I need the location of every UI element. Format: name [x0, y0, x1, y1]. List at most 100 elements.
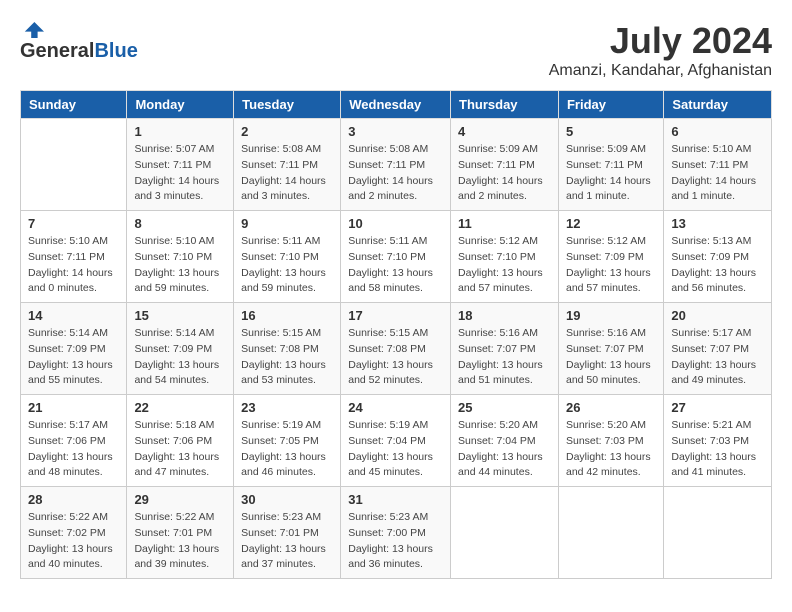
- calendar-cell: 18 Sunrise: 5:16 AMSunset: 7:07 PMDayligh…: [451, 303, 559, 395]
- calendar-week-row: 28 Sunrise: 5:22 AMSunset: 7:02 PMDayligh…: [21, 487, 772, 579]
- day-detail: Sunrise: 5:13 AMSunset: 7:09 PMDaylight:…: [671, 234, 764, 297]
- day-number: 11: [458, 216, 551, 231]
- day-detail: Sunrise: 5:22 AMSunset: 7:02 PMDaylight:…: [28, 510, 119, 573]
- calendar-cell: 19Sunrise: 5:16 AMSunset: 7:07 PMDayligh…: [558, 303, 663, 395]
- calendar-cell: 4Sunrise: 5:09 AMSunset: 7:11 PMDaylight…: [451, 119, 559, 211]
- calendar-cell: 27 Sunrise: 5:21 AMSunset: 7:03 PMDayligh…: [664, 395, 772, 487]
- calendar-cell: 22 Sunrise: 5:18 AMSunset: 7:06 PMDayligh…: [127, 395, 234, 487]
- day-detail: Sunrise: 5:15 AMSunset: 7:08 PMDaylight:…: [241, 326, 333, 389]
- day-detail: Sunrise: 5:15 AMSunset: 7:08 PMDaylight:…: [348, 326, 443, 389]
- calendar-cell: 2 Sunrise: 5:08 AMSunset: 7:11 PMDaylight…: [234, 119, 341, 211]
- calendar-cell: 23Sunrise: 5:19 AMSunset: 7:05 PMDayligh…: [234, 395, 341, 487]
- weekday-header-sunday: Sunday: [21, 91, 127, 119]
- day-number: 27: [671, 400, 764, 415]
- day-detail: Sunrise: 5:21 AMSunset: 7:03 PMDaylight:…: [671, 418, 764, 481]
- day-number: 25: [458, 400, 551, 415]
- day-number: 22: [134, 400, 226, 415]
- calendar-cell: 16 Sunrise: 5:15 AMSunset: 7:08 PMDayligh…: [234, 303, 341, 395]
- logo-general: General: [20, 40, 94, 63]
- day-number: 30: [241, 492, 333, 507]
- day-number: 7: [28, 216, 119, 231]
- day-detail: Sunrise: 5:23 AMSunset: 7:01 PMDaylight:…: [241, 510, 333, 573]
- day-number: 10: [348, 216, 443, 231]
- day-number: 1: [134, 124, 226, 139]
- day-number: 5: [566, 124, 656, 139]
- calendar-cell: 6 Sunrise: 5:10 AMSunset: 7:11 PMDaylight…: [664, 119, 772, 211]
- calendar-cell: [451, 487, 559, 579]
- day-detail: Sunrise: 5:12 AMSunset: 7:10 PMDaylight:…: [458, 234, 551, 297]
- calendar-cell: 1 Sunrise: 5:07 AMSunset: 7:11 PMDaylight…: [127, 119, 234, 211]
- calendar-week-row: 1 Sunrise: 5:07 AMSunset: 7:11 PMDaylight…: [21, 119, 772, 211]
- calendar-cell: 25 Sunrise: 5:20 AMSunset: 7:04 PMDayligh…: [451, 395, 559, 487]
- day-detail: Sunrise: 5:18 AMSunset: 7:06 PMDaylight:…: [134, 418, 226, 481]
- day-detail: Sunrise: 5:16 AMSunset: 7:07 PMDaylight:…: [566, 326, 656, 389]
- calendar-cell: 26Sunrise: 5:20 AMSunset: 7:03 PMDayligh…: [558, 395, 663, 487]
- header: General Blue July 2024 Amanzi, Kandahar,…: [20, 20, 772, 80]
- weekday-header-saturday: Saturday: [664, 91, 772, 119]
- day-number: 31: [348, 492, 443, 507]
- calendar-cell: [21, 119, 127, 211]
- location-subtitle: Amanzi, Kandahar, Afghanistan: [549, 62, 772, 80]
- calendar-cell: 17 Sunrise: 5:15 AMSunset: 7:08 PMDayligh…: [341, 303, 451, 395]
- day-detail: Sunrise: 5:14 AMSunset: 7:09 PMDaylight:…: [134, 326, 226, 389]
- day-detail: Sunrise: 5:19 AMSunset: 7:04 PMDaylight:…: [348, 418, 443, 481]
- calendar-cell: 31 Sunrise: 5:23 AMSunset: 7:00 PMDayligh…: [341, 487, 451, 579]
- day-detail: Sunrise: 5:08 AMSunset: 7:11 PMDaylight:…: [241, 142, 333, 205]
- day-number: 26: [566, 400, 656, 415]
- day-number: 18: [458, 308, 551, 323]
- calendar-cell: 15 Sunrise: 5:14 AMSunset: 7:09 PMDayligh…: [127, 303, 234, 395]
- day-number: 6: [671, 124, 764, 139]
- day-detail: Sunrise: 5:11 AMSunset: 7:10 PMDaylight:…: [241, 234, 333, 297]
- day-number: 16: [241, 308, 333, 323]
- calendar-cell: 21Sunrise: 5:17 AMSunset: 7:06 PMDayligh…: [21, 395, 127, 487]
- title-section: July 2024 Amanzi, Kandahar, Afghanistan: [549, 20, 772, 80]
- day-number: 28: [28, 492, 119, 507]
- day-detail: Sunrise: 5:11 AMSunset: 7:10 PMDaylight:…: [348, 234, 443, 297]
- month-year-title: July 2024: [549, 20, 772, 62]
- day-detail: Sunrise: 5:19 AMSunset: 7:05 PMDaylight:…: [241, 418, 333, 481]
- calendar-cell: 10 Sunrise: 5:11 AMSunset: 7:10 PMDayligh…: [341, 211, 451, 303]
- weekday-header-tuesday: Tuesday: [234, 91, 341, 119]
- day-number: 17: [348, 308, 443, 323]
- calendar-cell: 11 Sunrise: 5:12 AMSunset: 7:10 PMDayligh…: [451, 211, 559, 303]
- day-detail: Sunrise: 5:09 AMSunset: 7:11 PMDaylight:…: [566, 142, 656, 205]
- weekday-header-monday: Monday: [127, 91, 234, 119]
- day-number: 29: [134, 492, 226, 507]
- calendar-cell: 8Sunrise: 5:10 AMSunset: 7:10 PMDaylight…: [127, 211, 234, 303]
- weekday-header-row: SundayMondayTuesdayWednesdayThursdayFrid…: [21, 91, 772, 119]
- day-detail: Sunrise: 5:16 AMSunset: 7:07 PMDaylight:…: [458, 326, 551, 389]
- calendar-table: SundayMondayTuesdayWednesdayThursdayFrid…: [20, 90, 772, 579]
- day-number: 15: [134, 308, 226, 323]
- day-number: 2: [241, 124, 333, 139]
- day-detail: Sunrise: 5:07 AMSunset: 7:11 PMDaylight:…: [134, 142, 226, 205]
- calendar-cell: 30 Sunrise: 5:23 AMSunset: 7:01 PMDayligh…: [234, 487, 341, 579]
- logo-blue: Blue: [94, 40, 137, 63]
- day-detail: Sunrise: 5:23 AMSunset: 7:00 PMDaylight:…: [348, 510, 443, 573]
- weekday-header-friday: Friday: [558, 91, 663, 119]
- calendar-week-row: 14 Sunrise: 5:14 AMSunset: 7:09 PMDayligh…: [21, 303, 772, 395]
- calendar-week-row: 21Sunrise: 5:17 AMSunset: 7:06 PMDayligh…: [21, 395, 772, 487]
- day-number: 13: [671, 216, 764, 231]
- day-number: 20: [671, 308, 764, 323]
- day-detail: Sunrise: 5:09 AMSunset: 7:11 PMDaylight:…: [458, 142, 551, 205]
- day-detail: Sunrise: 5:17 AMSunset: 7:07 PMDaylight:…: [671, 326, 764, 389]
- day-number: 12: [566, 216, 656, 231]
- day-detail: Sunrise: 5:17 AMSunset: 7:06 PMDaylight:…: [28, 418, 119, 481]
- calendar-cell: 7Sunrise: 5:10 AMSunset: 7:11 PMDaylight…: [21, 211, 127, 303]
- day-detail: Sunrise: 5:20 AMSunset: 7:04 PMDaylight:…: [458, 418, 551, 481]
- calendar-cell: 20 Sunrise: 5:17 AMSunset: 7:07 PMDayligh…: [664, 303, 772, 395]
- calendar-cell: 13 Sunrise: 5:13 AMSunset: 7:09 PMDayligh…: [664, 211, 772, 303]
- calendar-cell: [664, 487, 772, 579]
- day-number: 3: [348, 124, 443, 139]
- day-detail: Sunrise: 5:10 AMSunset: 7:11 PMDaylight:…: [671, 142, 764, 205]
- weekday-header-wednesday: Wednesday: [341, 91, 451, 119]
- day-number: 14: [28, 308, 119, 323]
- calendar-cell: 5 Sunrise: 5:09 AMSunset: 7:11 PMDaylight…: [558, 119, 663, 211]
- logo: General Blue: [20, 20, 138, 63]
- day-detail: Sunrise: 5:08 AMSunset: 7:11 PMDaylight:…: [348, 142, 443, 205]
- calendar-cell: 3 Sunrise: 5:08 AMSunset: 7:11 PMDaylight…: [341, 119, 451, 211]
- logo-icon: [20, 20, 44, 40]
- day-detail: Sunrise: 5:10 AMSunset: 7:10 PMDaylight:…: [134, 234, 226, 297]
- calendar-week-row: 7Sunrise: 5:10 AMSunset: 7:11 PMDaylight…: [21, 211, 772, 303]
- calendar-cell: [558, 487, 663, 579]
